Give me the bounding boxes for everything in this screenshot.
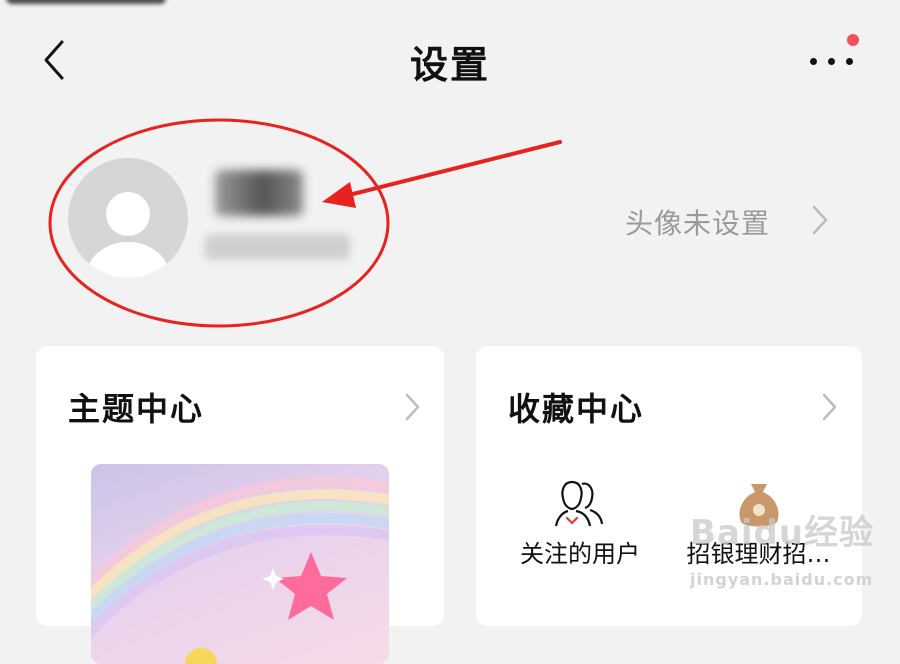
notification-dot [847,34,859,46]
star-icon [275,552,347,620]
avatar[interactable] [68,158,188,278]
page-title: 设置 [409,43,490,87]
avatar-placeholder-icon [106,192,150,236]
more-horizontal-icon [846,58,853,65]
sparkle-icon [262,568,284,590]
user-id-blurred [205,234,350,260]
favorites-center-title: 收藏中心 [508,390,645,428]
theme-preview-image[interactable] [91,464,389,664]
theme-center-card[interactable]: 主题中心 [36,346,444,664]
more-horizontal-icon [828,58,835,65]
watermark-brand: Baidu [690,513,805,553]
watermark-url: jingyan.baidu.com [690,570,874,589]
watermark-suffix: 经验 [804,513,875,553]
avatar-placeholder-icon [86,242,170,278]
moon-icon [185,648,217,664]
avatar-status-label: 头像未设置 [625,207,771,240]
chevron-right-icon [812,205,828,235]
followed-users-item[interactable]: 关注的用户 [512,476,648,569]
status-bar [0,0,900,8]
more-horizontal-icon [810,58,817,65]
chevron-right-icon [822,393,837,421]
theme-center-title: 主题中心 [68,390,205,428]
rainbow-illustration [91,477,389,664]
users-icon [554,480,604,527]
chevron-right-icon [405,393,420,421]
avatar-status-link[interactable]: 头像未设置 [620,198,840,242]
user-name-blurred [215,170,303,216]
followed-users-label: 关注的用户 [520,540,640,568]
status-bar-text [6,0,166,4]
more-button[interactable] [804,34,860,70]
top-bar: 设置 [0,20,900,100]
baidu-watermark: Baidu经验 jingyan.baidu.com [690,505,874,594]
profile-section[interactable]: 头像未设置 [0,120,900,330]
